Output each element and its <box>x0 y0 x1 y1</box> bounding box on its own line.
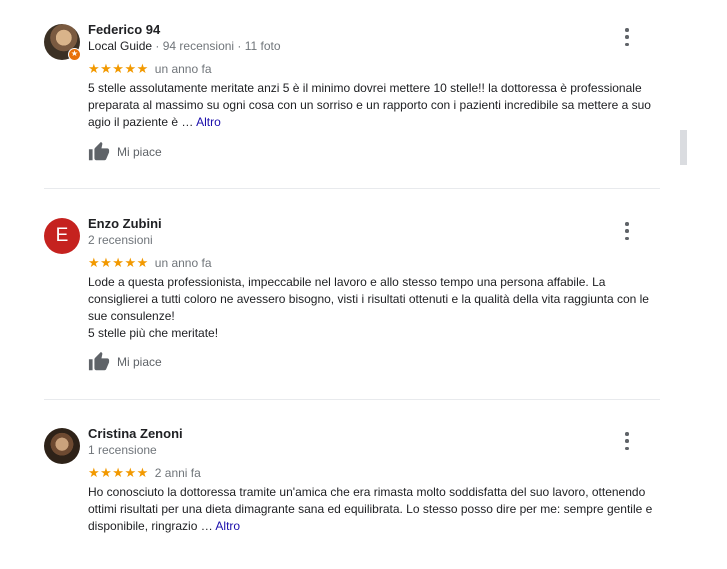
reviewer-meta: Local Guide · 94 recensioni · 11 foto <box>88 39 281 53</box>
like-label: Mi piace <box>117 145 162 159</box>
more-vert-icon[interactable] <box>620 222 634 240</box>
star-rating: ★★★★★ <box>88 255 149 270</box>
review-body: Ho conosciuto la dottoressa tramite un'a… <box>88 485 653 533</box>
local-guide-badge-icon: ★ <box>68 48 81 61</box>
reviewer-stats: · 94 recensioni · 11 foto <box>152 39 281 53</box>
divider <box>44 399 660 400</box>
avatar[interactable]: E <box>44 218 80 254</box>
review-date: un anno fa <box>154 62 212 76</box>
more-vert-icon[interactable] <box>620 28 634 46</box>
thumb-up-icon <box>88 351 110 371</box>
reviewer-name[interactable]: Federico 94 <box>88 22 160 37</box>
reviews-page: ★ Federico 94 Local Guide · 94 recension… <box>0 0 727 569</box>
reviewer-name[interactable]: Enzo Zubini <box>88 216 162 231</box>
review-body-line: 5 stelle più che meritate! <box>88 326 219 340</box>
more-vert-icon[interactable] <box>620 432 634 450</box>
review-text: Ho conosciuto la dottoressa tramite un'a… <box>88 484 664 535</box>
more-link[interactable]: Altro <box>215 519 240 533</box>
divider <box>44 188 660 189</box>
review-body: 5 stelle assolutamente meritate anzi 5 è… <box>88 81 651 129</box>
avatar[interactable] <box>44 428 80 464</box>
like-label: Mi piace <box>117 355 162 369</box>
star-rating: ★★★★★ <box>88 465 149 480</box>
rating-row: ★★★★★ un anno fa <box>88 61 212 77</box>
like-button[interactable]: Mi piace <box>88 351 162 373</box>
scrollbar-thumb[interactable] <box>680 130 687 165</box>
review-date: un anno fa <box>154 256 212 270</box>
reviewer-name[interactable]: Cristina Zenoni <box>88 426 183 441</box>
review-text: Lode a questa professionista, impeccabil… <box>88 274 664 342</box>
like-button[interactable]: Mi piace <box>88 141 162 163</box>
reviewer-meta: 1 recensione <box>88 443 157 457</box>
thumb-up-icon <box>88 141 110 161</box>
review-text: 5 stelle assolutamente meritate anzi 5 è… <box>88 80 664 131</box>
reviewer-meta: 2 recensioni <box>88 233 153 247</box>
local-guide-label: Local Guide <box>88 39 153 53</box>
rating-row: ★★★★★ un anno fa <box>88 255 212 271</box>
review-body: Lode a questa professionista, impeccabil… <box>88 275 649 323</box>
more-link[interactable]: Altro <box>196 115 221 129</box>
review-date: 2 anni fa <box>154 466 201 480</box>
star-rating: ★★★★★ <box>88 61 149 76</box>
rating-row: ★★★★★ 2 anni fa <box>88 465 201 481</box>
